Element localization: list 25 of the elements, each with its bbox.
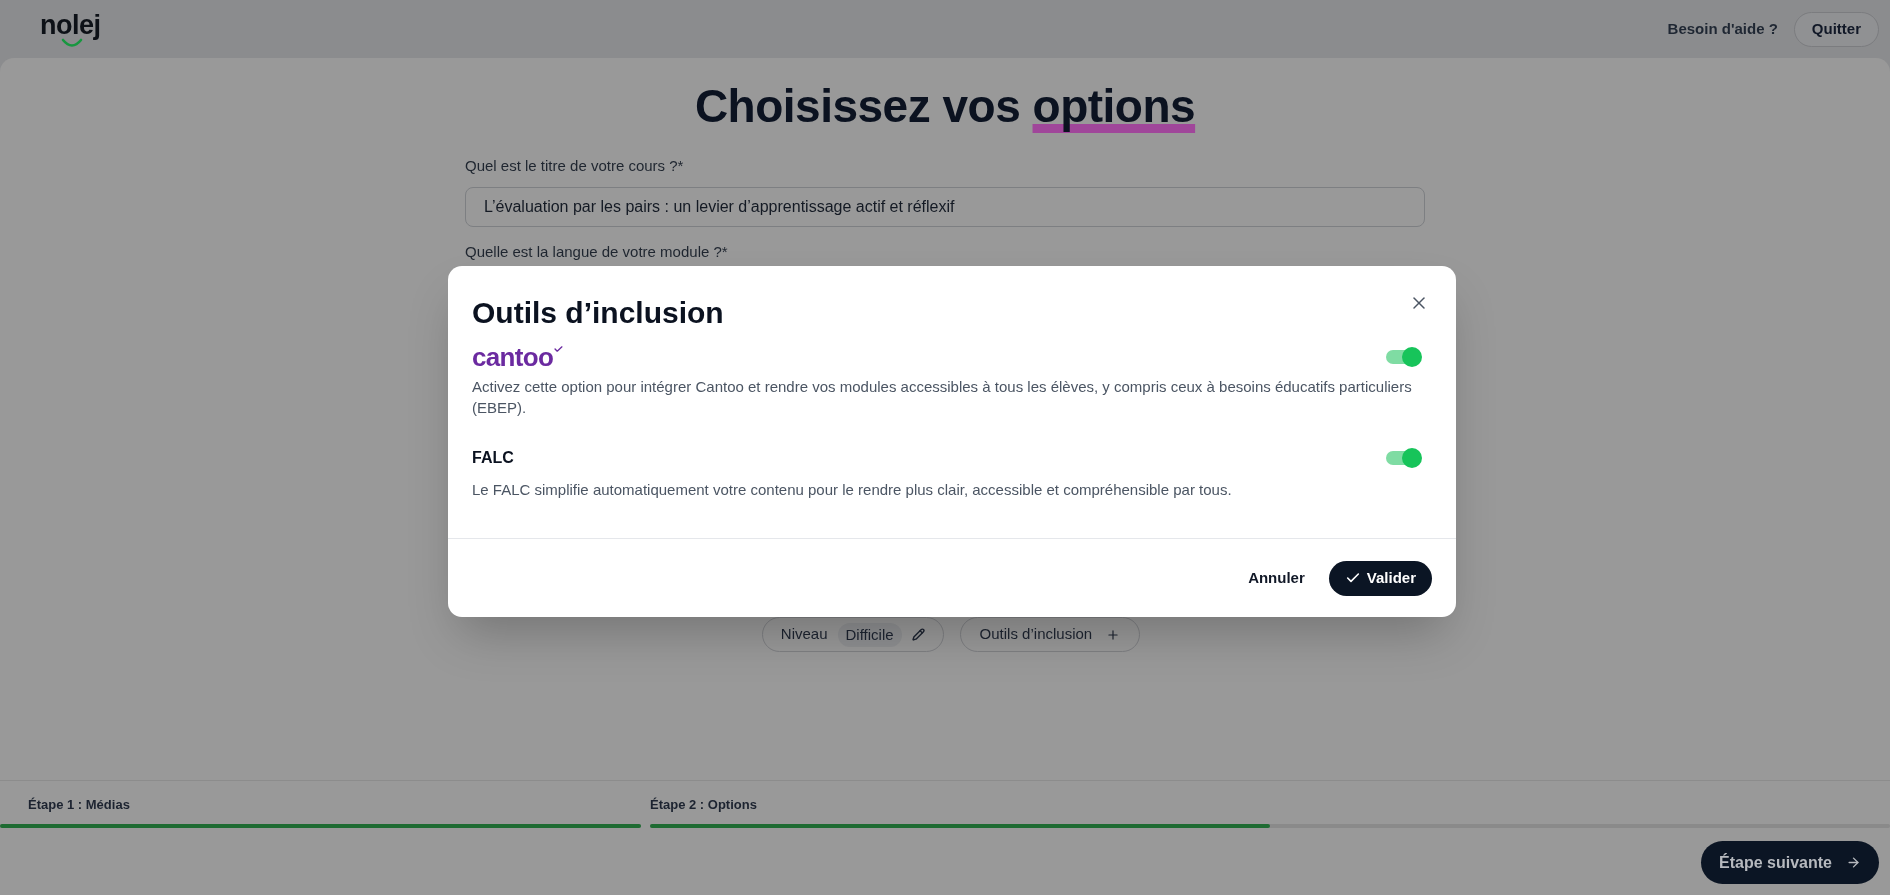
dialog-title: Outils d’inclusion [472,295,724,331]
toggle-switch[interactable] [1384,347,1422,367]
confirm-button[interactable]: Valider [1328,560,1432,596]
text-input[interactable]: L’évaluation par les pairs : un levier d’apprentissage actif et réflexif [465,187,1425,227]
step-label: Étape 2 : Options [650,796,758,814]
plus-icon [1106,627,1121,642]
cancel-button[interactable]: Annuler [1248,566,1305,590]
pencil-icon [911,628,925,641]
arrow-right-icon [1846,855,1861,870]
step-label: Étape 1 : Médias [27,796,131,814]
quit-button[interactable]: Quitter [1793,11,1879,47]
field-label: Quel est le titre de votre cours ?* [465,156,685,176]
help-link[interactable]: Besoin d'aide ? [1667,17,1778,41]
difficulty-tag: Difficile [837,622,902,647]
smile-icon [61,38,83,47]
tick-icon [554,346,564,352]
option-description: Activez cette option pour intégrer Cantoo et rendre vos modules accessibles à tous les élèves, y compris ceux à besoins éducatifs particuliers (EBEP). [472,377,1413,418]
page-title: Choisissez vos options [693,79,1197,134]
next-button[interactable]: Étape suivante [1701,841,1879,884]
toggle-switch[interactable] [1384,448,1422,468]
logo-wordmark: nolej [40,10,101,40]
option-title: FALC [472,448,514,468]
logo-wordmark: cantoo [472,345,554,369]
option-description: Le FALC simplifie automatiquement votre contenu pour le rendre plus clair, accessible et compréhensible par tous. [472,480,1233,500]
field-label: Quelle est la langue de votre module ?* [465,242,729,262]
